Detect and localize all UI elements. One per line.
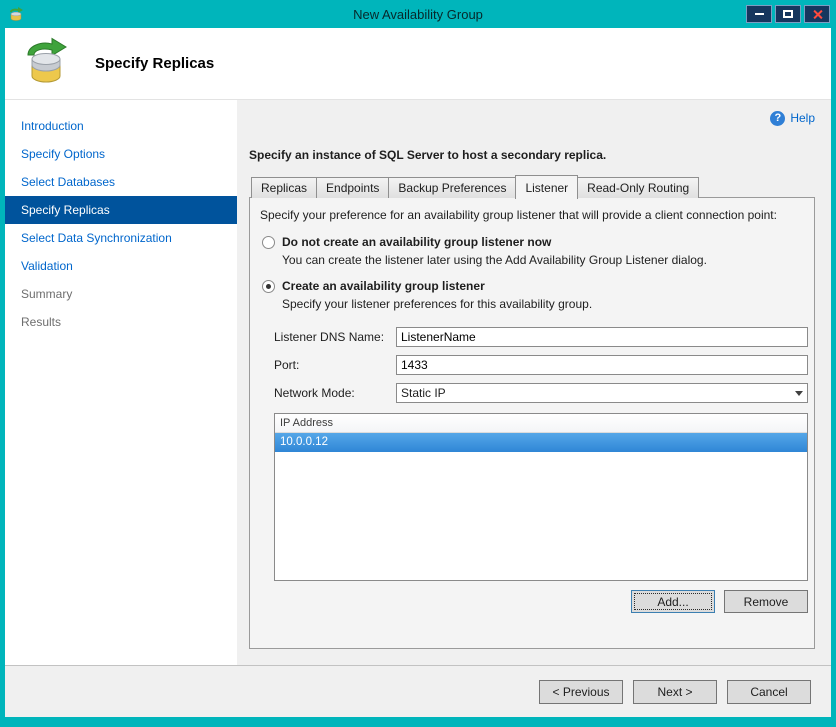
radio-no-listener-description: You can create the listener later using … (282, 253, 707, 267)
sidebar-item-results: Results (21, 315, 62, 329)
tab-listener[interactable]: Listener (515, 175, 579, 199)
main-content: Help Specify an instance of SQL Server t… (237, 100, 831, 665)
tab-bar: Replicas Endpoints Backup Preferences Li… (249, 175, 815, 199)
radio-no-listener[interactable]: Do not create an availability group list… (262, 235, 808, 249)
table-row[interactable]: 10.0.0.12 (275, 433, 807, 452)
sidebar-item-specify-replicas[interactable]: Specify Replicas (5, 196, 237, 224)
window-title: New Availability Group (353, 6, 483, 22)
tab-read-only-routing[interactable]: Read-Only Routing (577, 177, 700, 198)
maximize-button[interactable] (775, 5, 801, 23)
ip-address-table[interactable]: IP Address 10.0.0.12 (274, 413, 808, 581)
sidebar-item-select-databases[interactable]: Select Databases (5, 168, 237, 196)
radio-create-listener[interactable]: Create an availability group listener (262, 279, 808, 293)
next-button[interactable]: Next > (633, 680, 717, 704)
sidebar-item-introduction[interactable]: Introduction (5, 112, 237, 140)
radio-checked-icon (262, 279, 275, 293)
maximize-icon (783, 10, 793, 18)
ip-table-header: IP Address (275, 414, 807, 433)
window: New Availability Group Specify Replicas (0, 0, 836, 727)
radio-unchecked-icon (262, 235, 275, 249)
help-icon (770, 110, 786, 126)
listener-tab-panel: Specify your preference for an availabil… (249, 197, 815, 649)
table-buttons: Add... Remove (260, 590, 808, 613)
close-icon (812, 9, 823, 20)
dns-name-label: Listener DNS Name: (274, 330, 385, 344)
tab-endpoints[interactable]: Endpoints (316, 177, 390, 198)
cancel-button[interactable]: Cancel (727, 680, 811, 704)
tab-backup-preferences[interactable]: Backup Preferences (388, 177, 517, 198)
wizard-header: Specify Replicas (5, 28, 831, 100)
availability-group-icon (23, 37, 69, 90)
dialog-body: Specify Replicas Introduction Specify Op… (5, 28, 831, 717)
radio-no-listener-label: Do not create an availability group list… (282, 235, 552, 249)
help-link[interactable]: Help (249, 110, 815, 126)
page-title: Specify Replicas (95, 55, 215, 72)
sidebar-item-validation[interactable]: Validation (5, 252, 237, 280)
port-label: Port: (274, 358, 300, 372)
dns-name-input[interactable] (396, 327, 808, 347)
listener-form: Listener DNS Name: Port: Network Mode: S… (274, 327, 808, 411)
wizard-footer: < Previous Next > Cancel (5, 665, 831, 717)
previous-button[interactable]: < Previous (539, 680, 623, 704)
minimize-icon (754, 13, 764, 15)
instruction-text: Specify an instance of SQL Server to hos… (249, 148, 607, 162)
close-button[interactable] (804, 5, 830, 23)
window-controls (746, 5, 830, 23)
network-mode-select[interactable]: Static IP (396, 383, 808, 403)
sidebar-item-select-data-synchronization[interactable]: Select Data Synchronization (5, 224, 237, 252)
wizard-steps-sidebar: Introduction Specify Options Select Data… (5, 100, 237, 665)
listener-preference-text: Specify your preference for an availabil… (260, 208, 777, 222)
network-mode-value: Static IP (401, 386, 446, 400)
port-input[interactable] (396, 355, 808, 375)
radio-create-listener-label: Create an availability group listener (282, 279, 485, 293)
titlebar: New Availability Group (0, 0, 836, 28)
sidebar-item-specify-options[interactable]: Specify Options (5, 140, 237, 168)
app-icon (8, 6, 24, 22)
radio-create-listener-description: Specify your listener preferences for th… (282, 297, 593, 311)
remove-button[interactable]: Remove (724, 590, 808, 613)
add-button[interactable]: Add... (631, 590, 715, 613)
network-mode-label: Network Mode: (274, 386, 355, 400)
help-label[interactable]: Help (790, 111, 815, 125)
chevron-down-icon (790, 391, 807, 396)
tab-replicas[interactable]: Replicas (251, 177, 318, 198)
minimize-button[interactable] (746, 5, 772, 23)
sidebar-item-summary: Summary (21, 287, 73, 301)
